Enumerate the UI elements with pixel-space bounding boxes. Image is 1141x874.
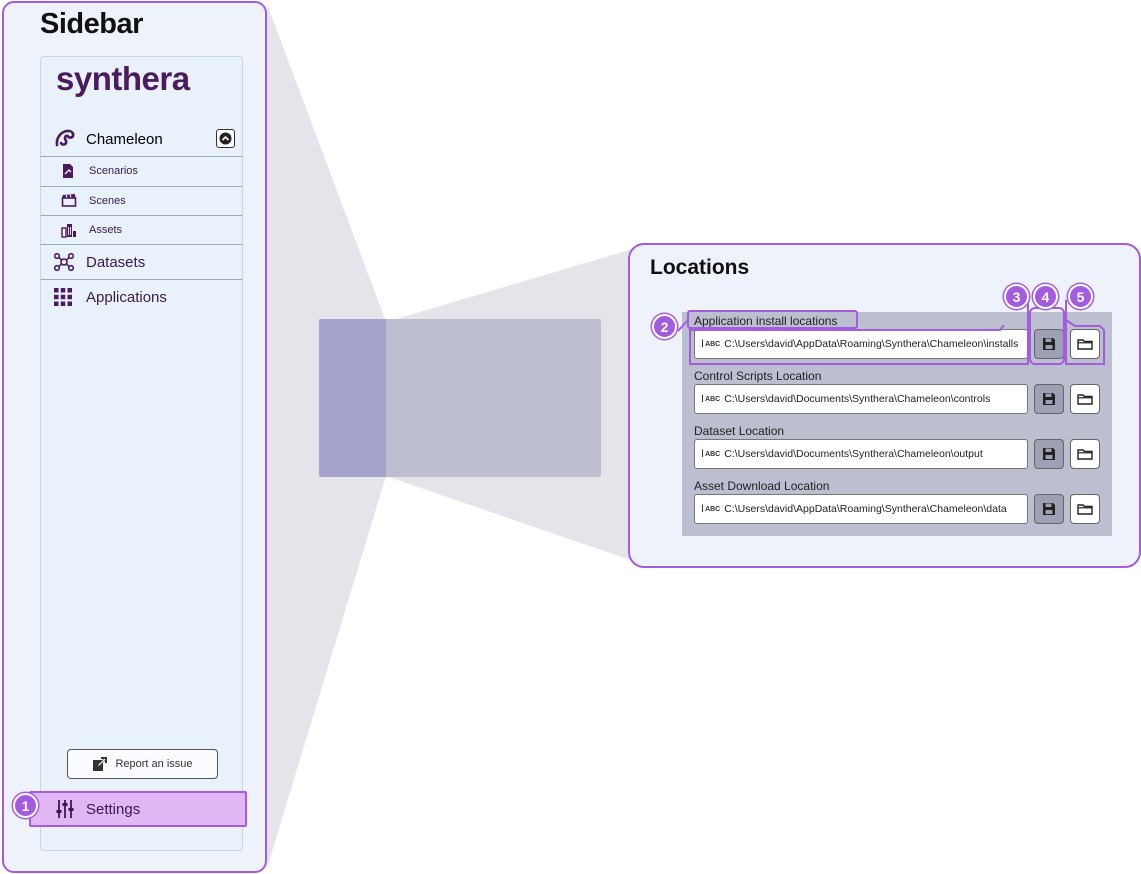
text-field-icon: I ABC bbox=[701, 502, 721, 515]
network-icon bbox=[53, 252, 75, 272]
folder-icon bbox=[1077, 449, 1093, 460]
folder-icon bbox=[1077, 339, 1093, 350]
app-install-path-input[interactable]: I ABC C:\Users\david\AppData\Roaming\Synt… bbox=[694, 329, 1028, 359]
app-install-path-value: C:\Users\david\AppData\Roaming\Synthera\… bbox=[724, 338, 1019, 350]
control-scripts-path-input[interactable]: I ABC C:\Users\david\Documents\Synthera\C… bbox=[694, 384, 1028, 414]
field-label-app-install: Application install locations bbox=[694, 314, 838, 328]
text-field-icon: I ABC bbox=[701, 392, 721, 405]
browse-control-scripts-button[interactable] bbox=[1070, 384, 1100, 414]
callout-badge-3: 3 bbox=[1004, 284, 1029, 309]
save-icon bbox=[1043, 448, 1055, 460]
folder-icon bbox=[1077, 504, 1093, 515]
sidebar-item-label: Assets bbox=[89, 224, 123, 236]
sidebar-item-settings[interactable]: Settings bbox=[29, 791, 247, 827]
sidebar-callout-title: Sidebar bbox=[40, 8, 143, 40]
asset-download-path-input[interactable]: I ABC C:\Users\david\AppData\Roaming\Synt… bbox=[694, 494, 1028, 524]
field-label-dataset: Dataset Location bbox=[694, 424, 785, 438]
preview-sidebar-region bbox=[319, 319, 386, 477]
locations-callout-title: Locations bbox=[650, 256, 750, 279]
external-link-icon bbox=[92, 756, 108, 772]
sidebar-item-label: Scenarios bbox=[89, 165, 138, 177]
settings-label: Settings bbox=[86, 801, 141, 818]
report-issue-label: Report an issue bbox=[115, 758, 193, 770]
sliders-icon bbox=[55, 799, 75, 819]
sidebar-item-assets[interactable]: Assets bbox=[41, 216, 242, 245]
report-issue-button[interactable]: Report an issue bbox=[67, 749, 218, 779]
chameleon-icon bbox=[54, 128, 76, 148]
dataset-path-value: C:\Users\david\Documents\Synthera\Chamel… bbox=[724, 448, 983, 460]
save-dataset-button[interactable] bbox=[1034, 439, 1064, 469]
callout-badge-4: 4 bbox=[1033, 284, 1058, 309]
field-label-control-scripts: Control Scripts Location bbox=[694, 369, 822, 383]
folder-icon bbox=[1077, 394, 1093, 405]
text-field-icon: I ABC bbox=[701, 337, 721, 350]
grid-icon bbox=[53, 287, 73, 307]
synthera-logo: synthera bbox=[56, 60, 190, 97]
save-icon bbox=[1043, 503, 1055, 515]
save-icon bbox=[1043, 393, 1055, 405]
chevron-up-icon bbox=[219, 132, 232, 145]
control-scripts-path-value: C:\Users\david\Documents\Synthera\Chamel… bbox=[724, 393, 991, 405]
sidebar-item-chameleon[interactable]: Chameleon bbox=[41, 122, 242, 156]
sidebar-item-label: Chameleon bbox=[86, 131, 163, 148]
save-control-scripts-button[interactable] bbox=[1034, 384, 1064, 414]
sidebar-item-scenes[interactable]: Scenes bbox=[41, 187, 242, 216]
sidebar-item-applications[interactable]: Applications bbox=[41, 280, 242, 314]
asset-download-path-value: C:\Users\david\AppData\Roaming\Synthera\… bbox=[724, 503, 1007, 515]
browse-app-install-button[interactable] bbox=[1070, 329, 1100, 359]
sidebar-item-label: Datasets bbox=[86, 254, 146, 271]
sidebar-item-scenarios[interactable]: Scenarios bbox=[41, 157, 242, 186]
collapse-chameleon-button[interactable] bbox=[216, 129, 235, 148]
callout-badge-2: 2 bbox=[652, 314, 677, 339]
browse-asset-download-button[interactable] bbox=[1070, 494, 1100, 524]
sidebar-item-label: Scenes bbox=[89, 195, 126, 207]
screen-preview-thumbnail bbox=[319, 319, 601, 477]
buildings-icon bbox=[61, 222, 77, 238]
sidebar-item-datasets[interactable]: Datasets bbox=[41, 245, 242, 279]
document-icon bbox=[61, 163, 75, 179]
save-app-install-button[interactable] bbox=[1034, 329, 1064, 359]
text-field-icon: I ABC bbox=[701, 447, 721, 460]
callout-badge-5: 5 bbox=[1068, 284, 1093, 309]
browse-dataset-button[interactable] bbox=[1070, 439, 1100, 469]
callout-badge-1: 1 bbox=[13, 793, 38, 818]
save-icon bbox=[1043, 338, 1055, 350]
clapperboard-icon bbox=[61, 193, 77, 207]
save-asset-download-button[interactable] bbox=[1034, 494, 1064, 524]
dataset-path-input[interactable]: I ABC C:\Users\david\Documents\Synthera\C… bbox=[694, 439, 1028, 469]
field-label-asset-download: Asset Download Location bbox=[694, 479, 830, 493]
sidebar-item-label: Applications bbox=[86, 289, 167, 306]
